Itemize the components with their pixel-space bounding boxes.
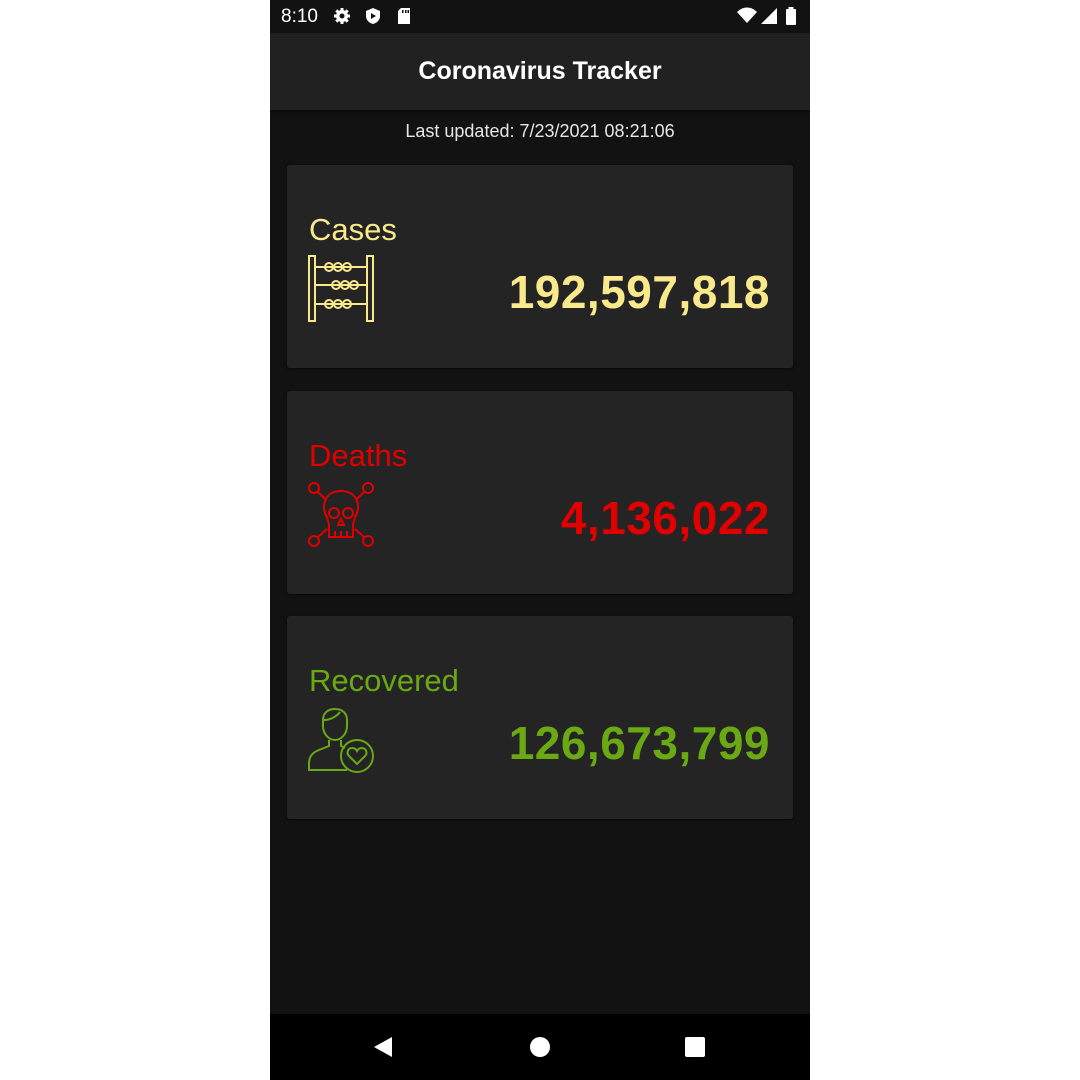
deaths-card[interactable]: Deaths 4,136,022 <box>287 391 793 594</box>
skull-crossbones-icon <box>307 481 375 549</box>
recovered-label: Recovered <box>309 663 459 698</box>
app-title: Coronavirus Tracker <box>418 57 662 85</box>
back-icon[interactable] <box>370 1034 396 1060</box>
person-heart-icon <box>307 706 375 774</box>
status-time: 8:10 <box>281 6 318 27</box>
deaths-value: 4,136,022 <box>560 492 770 544</box>
cases-label: Cases <box>309 212 397 247</box>
status-bar: 8:10 <box>270 0 810 33</box>
battery-icon <box>785 7 797 25</box>
shield-play-icon <box>364 7 382 25</box>
navigation-bar <box>270 1014 810 1080</box>
recents-icon[interactable] <box>682 1034 708 1060</box>
app-bar: Coronavirus Tracker <box>270 33 810 110</box>
recovered-card[interactable]: Recovered 126,673,799 <box>287 616 793 819</box>
cases-value: 192,597,818 <box>508 266 770 318</box>
home-icon[interactable] <box>527 1034 553 1060</box>
sd-card-icon <box>395 7 413 25</box>
last-updated-text: Last updated: 7/23/2021 08:21:06 <box>405 121 675 141</box>
signal-icon <box>760 7 778 25</box>
deaths-label: Deaths <box>309 438 408 473</box>
phone-screen: 8:10 Coronavirus Tracker Last updated: 7… <box>270 0 810 1080</box>
recovered-value: 126,673,799 <box>508 717 770 769</box>
cases-card[interactable]: Cases 192,597,818 <box>287 165 793 368</box>
gear-icon <box>333 7 351 25</box>
wifi-icon <box>737 7 757 25</box>
abacus-icon <box>307 255 375 323</box>
